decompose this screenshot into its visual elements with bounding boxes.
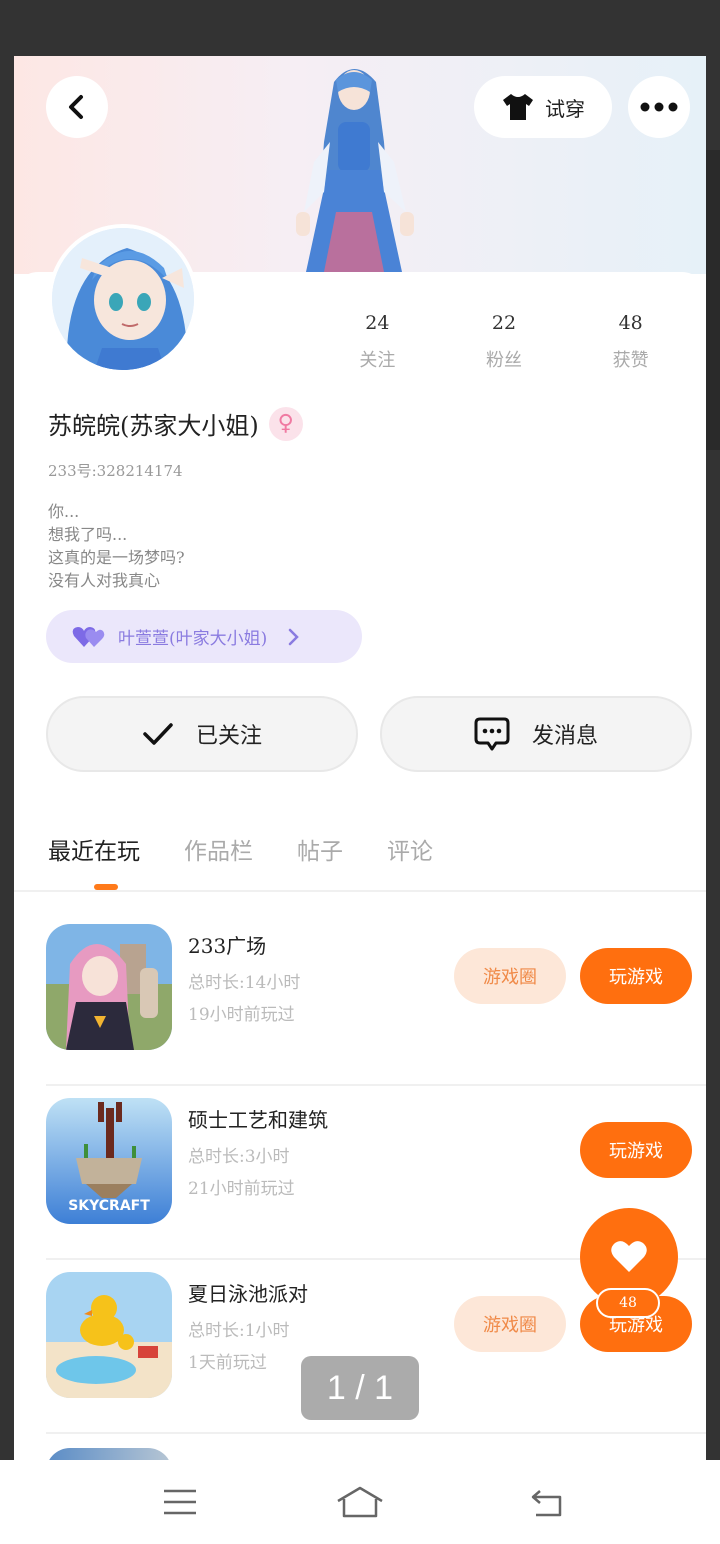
game-last-played: 1天前玩过 <box>188 1353 267 1373</box>
tab-posts[interactable]: 帖子 <box>297 832 343 866</box>
system-nav-bar <box>0 1460 720 1544</box>
stat-label: 获赞 <box>612 350 649 371</box>
bio: 你... 想我了吗... 这真的是一场梦吗? 没有人对我真心 <box>48 500 185 592</box>
more-dots-icon <box>640 102 678 112</box>
page-indicator: 1 / 1 <box>301 1356 419 1420</box>
menu-icon <box>164 1489 196 1515</box>
home-icon <box>337 1486 383 1518</box>
game-icon: SKYCRAFT <box>46 1098 172 1224</box>
stats-row: 24 关注 22 粉丝 48 获赞 <box>314 312 694 372</box>
like-button[interactable]: 48 <box>580 1208 678 1318</box>
bio-line: 这真的是一场梦吗? <box>48 548 185 567</box>
play-game-button[interactable]: 玩游戏 <box>580 1122 692 1178</box>
heart-icon <box>611 1241 647 1272</box>
game-list-item[interactable]: 233广场 总时长:14小时 19小时前玩过 游戏圈 玩游戏 <box>46 912 706 1086</box>
game-duration: 总时长:3小时 <box>188 1147 290 1167</box>
back-button[interactable] <box>46 76 108 138</box>
tabs-divider <box>14 890 706 892</box>
game-icon-partial <box>46 1448 172 1460</box>
tab-comments[interactable]: 评论 <box>387 832 433 866</box>
chevron-right-icon <box>289 628 300 645</box>
more-options-button[interactable] <box>628 76 690 138</box>
return-icon <box>531 1490 562 1517</box>
stat-value: 48 <box>618 312 643 334</box>
followed-button[interactable]: 已关注 <box>46 696 358 772</box>
game-duration: 总时长:14小时 <box>188 973 301 993</box>
tab-works[interactable]: 作品栏 <box>184 832 253 866</box>
game-circle-button[interactable]: 游戏圈 <box>454 1296 566 1352</box>
home-button[interactable] <box>330 1480 390 1524</box>
game-circle-button[interactable]: 游戏圈 <box>454 948 566 1004</box>
chat-bubble-icon <box>474 717 510 751</box>
bio-line: 没有人对我真心 <box>48 571 161 590</box>
name-row: 苏皖皖(苏家大小姐) ♀ <box>48 406 303 441</box>
game-last-played: 21小时前玩过 <box>188 1179 295 1199</box>
game-title: 夏日泳池派对 <box>188 1282 308 1306</box>
checkmark-icon <box>143 723 173 745</box>
scroll-edge <box>706 150 720 450</box>
stat-fans[interactable]: 22 粉丝 <box>441 312 568 372</box>
game-icon <box>46 924 172 1050</box>
game-icon <box>46 1272 172 1398</box>
followed-label: 已关注 <box>195 724 262 749</box>
female-icon: ♀ <box>268 406 303 441</box>
like-count: 48 <box>596 1288 660 1318</box>
user-id: 233号:328214174 <box>48 462 183 480</box>
profile-tabs: 最近在玩 作品栏 帖子 评论 <box>48 832 477 866</box>
stat-likes[interactable]: 48 获赞 <box>567 312 694 372</box>
send-message-button[interactable]: 发消息 <box>380 696 692 772</box>
back-nav-button[interactable] <box>518 1480 578 1524</box>
recent-apps-button[interactable] <box>150 1480 210 1524</box>
tshirt-icon <box>503 94 533 120</box>
double-heart-icon <box>72 626 105 647</box>
play-game-button[interactable]: 玩游戏 <box>580 948 692 1004</box>
row-divider <box>46 1432 706 1434</box>
stat-label: 关注 <box>359 350 396 371</box>
profile-name: 苏皖皖(苏家大小姐) <box>48 412 259 440</box>
bio-line: 你... <box>48 502 80 521</box>
chevron-left-icon <box>69 95 83 119</box>
try-on-button[interactable]: 试穿 <box>474 76 612 138</box>
tab-recently-played[interactable]: 最近在玩 <box>48 832 140 866</box>
stat-value: 22 <box>491 312 517 334</box>
character-figure <box>296 69 414 272</box>
relationship-chip[interactable]: 叶萱萱(叶家大小姐) <box>46 610 362 663</box>
bio-line: 想我了吗... <box>48 525 128 544</box>
stat-following[interactable]: 24 关注 <box>314 312 441 372</box>
avatar[interactable] <box>48 224 198 374</box>
game-title: 硕士工艺和建筑 <box>188 1108 328 1132</box>
game-duration: 总时长:1小时 <box>188 1321 290 1341</box>
game-title: 233广场 <box>188 934 267 958</box>
game-icon-text: SKYCRAFT <box>68 1198 150 1214</box>
send-message-label: 发消息 <box>531 724 598 749</box>
relationship-label: 叶萱萱(叶家大小姐) <box>118 629 268 649</box>
stat-value: 24 <box>365 312 390 334</box>
stat-label: 粉丝 <box>486 350 522 371</box>
try-on-label: 试穿 <box>545 96 585 121</box>
game-last-played: 19小时前玩过 <box>188 1005 295 1025</box>
